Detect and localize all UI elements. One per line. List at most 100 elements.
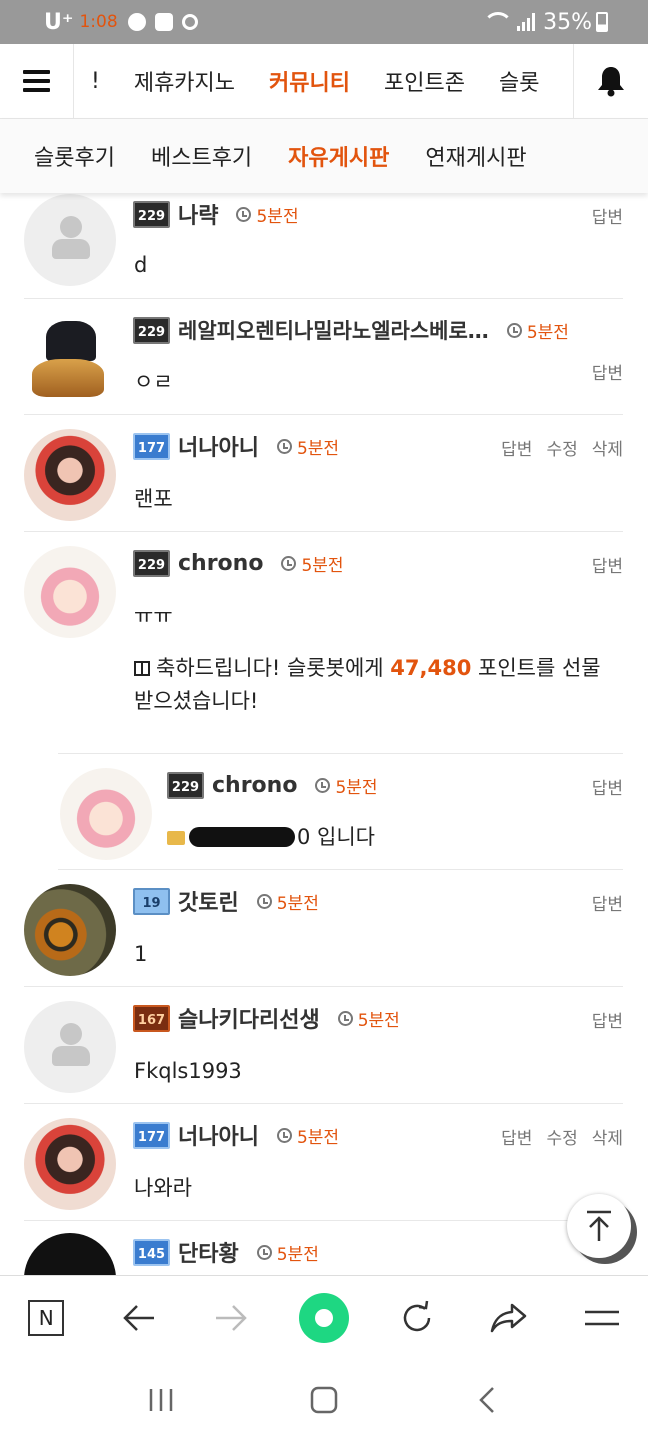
clock-icon — [506, 322, 522, 338]
scroll-top-button[interactable] — [567, 1194, 631, 1258]
reply-button[interactable]: 답변 — [592, 359, 623, 384]
level-badge: 229 — [133, 549, 170, 577]
level-badge: 229 — [167, 771, 204, 799]
subtab-serial-board[interactable]: 연재게시판 — [407, 140, 544, 172]
tab-community[interactable]: 커뮤니티 — [252, 65, 367, 97]
level-badge: 167 — [133, 1004, 170, 1032]
comment-item: 177 너나아니 5분전 답변 수정 삭제 랜포 — [24, 415, 623, 532]
naver-home-button[interactable]: N — [16, 1288, 76, 1348]
dark-avatar[interactable] — [24, 1233, 116, 1275]
talk-icon — [127, 13, 146, 31]
comment-nickname[interactable]: 너나아니 — [178, 430, 259, 462]
comment-time: 5분전 — [236, 202, 299, 227]
status-bar: U⁺ 1:08 35% — [0, 0, 648, 44]
clock-icon — [276, 438, 292, 454]
clock-icon — [315, 777, 331, 793]
anime-avatar[interactable] — [24, 546, 116, 638]
forward-button[interactable] — [201, 1288, 261, 1348]
hamburger-menu-button[interactable] — [0, 43, 74, 119]
comment-time: 5분전 — [281, 551, 344, 576]
gift-points: 47,480 — [390, 656, 472, 680]
girl-avatar[interactable] — [24, 429, 116, 521]
tiger-avatar[interactable] — [24, 884, 116, 976]
comment-item: 229 chrono 5분전 답변 ㅠㅠ 축하드립니다! 슬롯봇에게 47,48… — [24, 532, 623, 753]
hamburger-icon — [23, 70, 50, 92]
recent-apps-icon — [150, 1389, 173, 1411]
level-badge: 229 — [133, 316, 170, 344]
reply-button[interactable]: 답변 — [592, 890, 623, 915]
subtab-best-review[interactable]: 베스트후기 — [133, 140, 270, 172]
edit-button[interactable]: 수정 — [546, 1124, 577, 1149]
default-avatar[interactable] — [24, 1001, 116, 1093]
home-button[interactable] — [294, 1288, 354, 1348]
gift-notice: 축하드립니다! 슬롯봇에게 47,480 포인트를 선물 받으셨습니다! — [134, 656, 601, 713]
share-icon — [490, 1303, 527, 1333]
comment-time: 5분전 — [256, 1240, 319, 1265]
tab-slot[interactable]: 슬롯 — [482, 65, 556, 97]
comment-time: 5분전 — [315, 773, 378, 798]
system-nav-bar — [0, 1360, 648, 1440]
subtab-free-board[interactable]: 자유게시판 — [270, 140, 407, 172]
system-home-button[interactable] — [294, 1370, 354, 1430]
notification-button[interactable] — [573, 43, 648, 119]
back-button[interactable] — [109, 1288, 169, 1348]
comment-nickname[interactable]: chrono — [212, 773, 297, 798]
comment-item: 229 나략 5분전 답변 d — [24, 193, 623, 299]
comment-nickname[interactable]: chrono — [178, 551, 263, 576]
comment-nickname[interactable]: 나략 — [178, 198, 218, 230]
delete-button[interactable]: 삭제 — [592, 1124, 623, 1149]
comment-time: 5분전 — [337, 1006, 400, 1031]
clock-icon — [276, 1127, 292, 1143]
signal-icon — [517, 13, 536, 31]
reply-button[interactable]: 답변 — [501, 1124, 532, 1149]
lock-icon — [167, 831, 185, 845]
comment-nickname[interactable]: 갓토린 — [178, 885, 239, 917]
anime-avatar[interactable] — [60, 768, 152, 860]
girl-avatar[interactable] — [24, 1118, 116, 1210]
edit-button[interactable]: 수정 — [546, 435, 577, 460]
battery-icon — [596, 12, 608, 32]
comment-body: 나와라 — [134, 1176, 192, 1200]
refresh-button[interactable] — [387, 1288, 447, 1348]
level-badge: 19 — [133, 887, 170, 915]
comment-nickname[interactable]: 너나아니 — [178, 1119, 259, 1151]
top-nav: ! 제휴카지노 커뮤니티 포인트존 슬롯 — [0, 43, 648, 119]
level-badge: 229 — [133, 200, 170, 228]
more-menu-button[interactable] — [572, 1288, 632, 1348]
arrow-up-icon — [587, 1210, 611, 1241]
comment-body: d — [134, 253, 148, 277]
gallery-icon — [154, 13, 173, 31]
level-badge: 145 — [133, 1238, 170, 1266]
clock-icon — [281, 555, 297, 571]
delete-button[interactable]: 삭제 — [592, 435, 623, 460]
system-back-button[interactable] — [457, 1370, 517, 1430]
carrier-label: U⁺ — [44, 9, 74, 35]
vegeta-avatar[interactable] — [24, 313, 116, 405]
comment-nickname[interactable]: 슬나키다리선생 — [178, 1002, 320, 1034]
clock-icon — [337, 1010, 353, 1026]
alarm-icon — [181, 14, 198, 30]
tab-partner-casino[interactable]: 제휴카지노 — [117, 65, 252, 97]
clock-icon — [236, 206, 252, 222]
reply-button[interactable]: 답변 — [592, 1007, 623, 1032]
comment-nickname[interactable]: 단타황 — [178, 1236, 239, 1268]
comment-item: 177 너나아니 5분전 답변 수정 삭제 나와라 — [24, 1104, 623, 1221]
reply-button[interactable]: 답변 — [592, 774, 623, 799]
comment-nickname[interactable]: 레알피오렌티나밀라노엘라스베로… — [178, 315, 489, 345]
comment-list[interactable]: 229 나략 5분전 답변 d 229 레알피오렌티나밀라노엘라스베로… 5분전… — [0, 193, 648, 1275]
tab-point-zone[interactable]: 포인트존 — [367, 65, 482, 97]
reply-button[interactable]: 답변 — [592, 552, 623, 577]
subtab-slot-review[interactable]: 슬롯후기 — [16, 140, 133, 172]
reply-button[interactable]: 답변 — [592, 203, 623, 228]
reply-button[interactable]: 답변 — [501, 435, 532, 460]
share-button[interactable] — [479, 1288, 539, 1348]
recent-apps-button[interactable] — [131, 1370, 191, 1430]
square-home-icon — [310, 1386, 338, 1414]
level-badge: 177 — [133, 432, 170, 460]
comment-item: 145 단타황 5분전 — [24, 1221, 623, 1275]
bell-icon — [598, 67, 624, 97]
redacted-text — [189, 827, 295, 847]
comment-item: 19 갓토린 5분전 답변 1 — [24, 870, 623, 987]
default-avatar[interactable] — [24, 194, 116, 286]
tab-exclaim[interactable]: ! — [74, 69, 117, 94]
